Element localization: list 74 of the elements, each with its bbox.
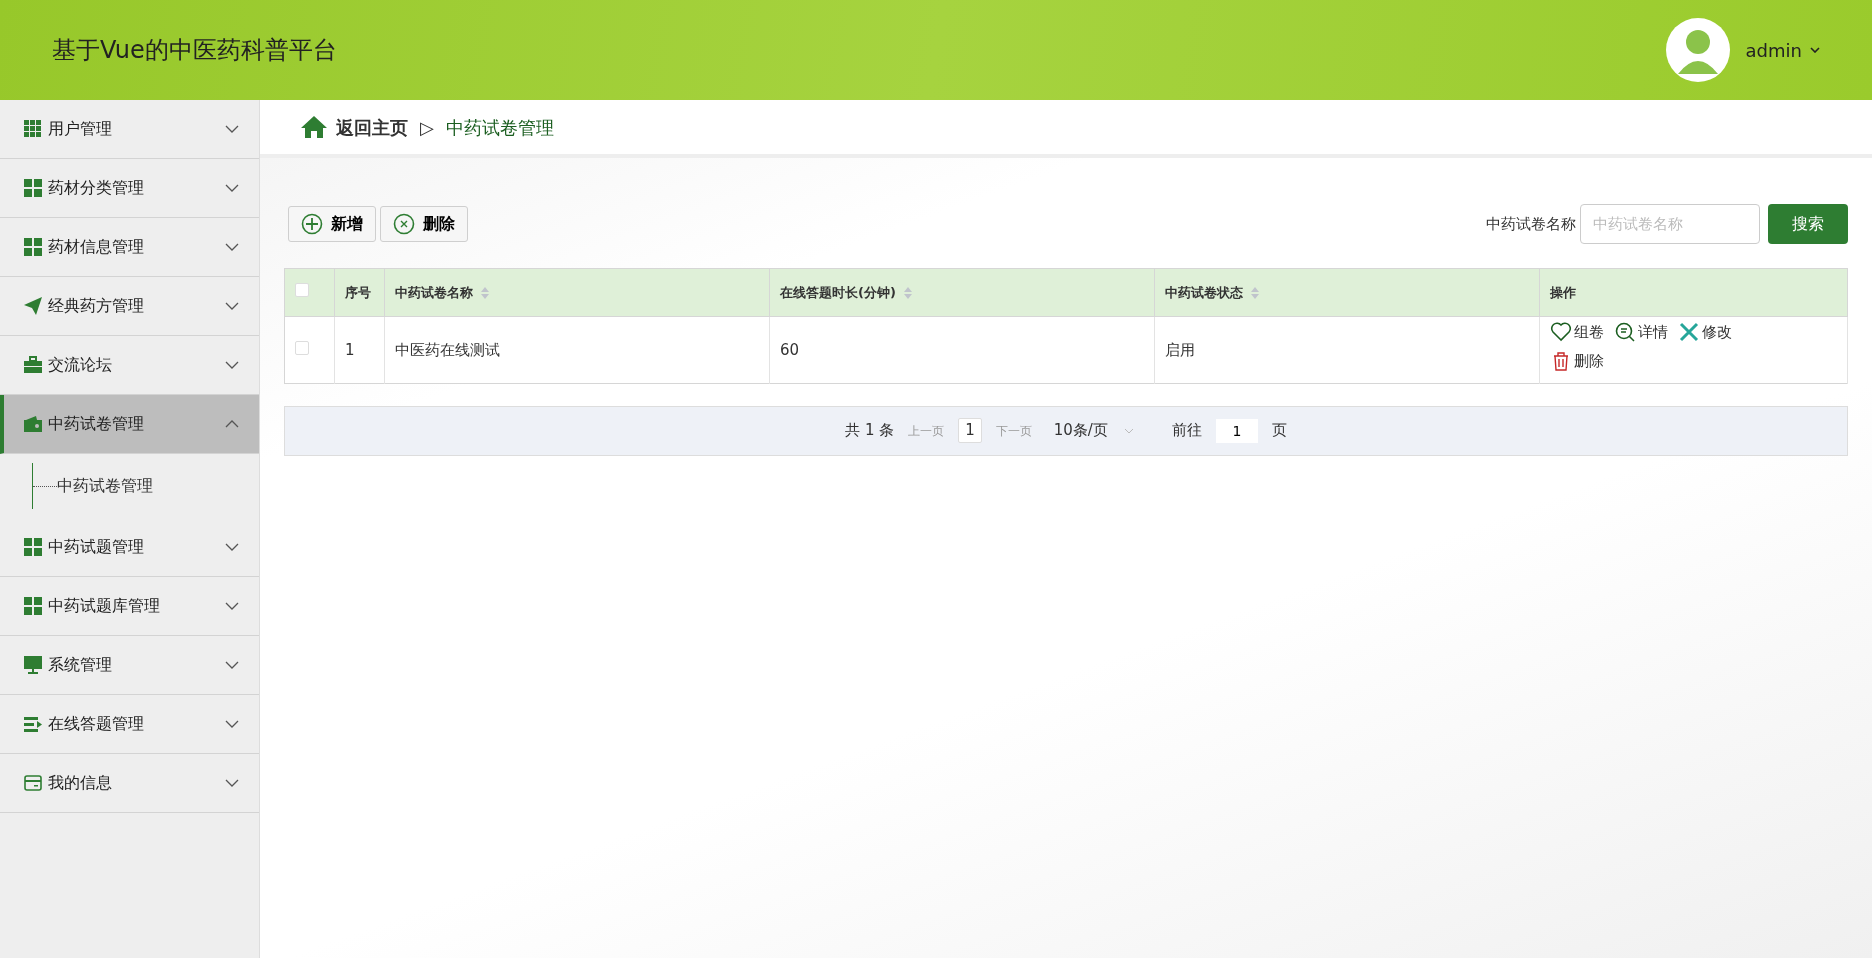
- breadcrumb-separator: ▷: [420, 115, 434, 140]
- plus-circle-icon: [301, 213, 323, 235]
- sidebar-item[interactable]: 系统管理: [0, 636, 259, 695]
- column-header[interactable]: 中药试卷状态: [1165, 282, 1259, 303]
- chevron-down-icon: [225, 543, 239, 551]
- grid-icon: [24, 538, 42, 556]
- chevron-down-icon: [225, 302, 239, 310]
- column-header[interactable]: 在线答题时长(分钟): [780, 282, 912, 303]
- compose-link[interactable]: 组卷: [1550, 321, 1604, 344]
- sort-icon: [1251, 286, 1259, 299]
- grid-icon: [24, 120, 42, 138]
- chevron-down-icon: [225, 243, 239, 251]
- table-cell: 中医药在线测试: [395, 340, 500, 359]
- sidebar-item[interactable]: 用户管理: [0, 100, 259, 159]
- site-title: 基于Vue的中医药科普平台: [52, 35, 337, 66]
- chevron-down-icon: [225, 361, 239, 369]
- chevron-down-icon: [225, 602, 239, 610]
- grid-icon: [24, 597, 42, 615]
- page-number[interactable]: 1: [958, 418, 982, 443]
- sort-icon: [903, 286, 912, 299]
- table-cell: 60: [780, 340, 800, 359]
- chevron-down-icon: [225, 184, 239, 192]
- edit-link[interactable]: 修改: [1678, 321, 1732, 344]
- sidebar-item[interactable]: 中药试卷管理: [0, 395, 259, 454]
- column-header: 序号: [345, 283, 371, 302]
- goto-page-field[interactable]: 1: [1215, 418, 1258, 443]
- search-label: 中药试卷名称: [1486, 213, 1576, 235]
- chevron-down-icon: [225, 779, 239, 787]
- delete-button[interactable]: 删除: [380, 206, 468, 242]
- page-unit-label: 页: [1271, 420, 1287, 442]
- search-field[interactable]: 中药试卷名称: [1580, 204, 1760, 244]
- sort-icon: [481, 286, 489, 299]
- delete-link[interactable]: 删除: [1550, 349, 1604, 373]
- list-icon: [24, 715, 42, 733]
- home-link[interactable]: 返回主页: [336, 113, 408, 141]
- grid-icon: [24, 179, 42, 197]
- table-cell: 1: [345, 340, 355, 359]
- user-menu[interactable]: admin: [1745, 36, 1820, 64]
- table-cell: 启用: [1165, 340, 1195, 359]
- caret-icon: [1810, 47, 1820, 53]
- sidebar-item[interactable]: 药材信息管理: [0, 218, 259, 277]
- column-header: 操作: [1550, 283, 1576, 302]
- sidebar-subitem[interactable]: 中药试卷管理: [57, 474, 153, 498]
- add-button[interactable]: 新增: [288, 206, 376, 242]
- total-count: 共 1 条: [845, 420, 895, 442]
- sidebar-item[interactable]: 中药试题管理: [0, 518, 259, 577]
- chevron-down-icon: [225, 720, 239, 728]
- detail-link[interactable]: 详情: [1614, 321, 1668, 344]
- goto-label: 前往: [1171, 420, 1202, 442]
- select-all-checkbox[interactable]: [295, 282, 309, 297]
- paper-plane-icon: [24, 297, 42, 315]
- briefcase-icon: [24, 356, 42, 374]
- column-header[interactable]: 中药试卷名称: [395, 282, 489, 303]
- wallet-icon: [24, 415, 42, 433]
- chevron-down-icon: [225, 125, 239, 133]
- grid-icon: [24, 238, 42, 256]
- sidebar-item[interactable]: 中药试题库管理: [0, 577, 259, 636]
- sidebar-item[interactable]: 我的信息: [0, 754, 259, 813]
- monitor-icon: [24, 656, 42, 674]
- chevron-down-icon: [225, 661, 239, 669]
- row-checkbox[interactable]: [295, 340, 309, 355]
- sidebar-item[interactable]: 药材分类管理: [0, 159, 259, 218]
- search-button[interactable]: 搜索: [1768, 204, 1848, 244]
- search-icon: [1614, 321, 1636, 344]
- breadcrumb-current: 中药试卷管理: [445, 115, 554, 140]
- close-circle-icon: [393, 213, 415, 235]
- caret-icon: [1123, 427, 1134, 434]
- sidebar-item[interactable]: 在线答题管理: [0, 695, 259, 754]
- page-size-select[interactable]: 10条/页: [1053, 419, 1134, 442]
- home-icon[interactable]: [300, 115, 328, 139]
- card-icon: [24, 774, 42, 792]
- sidebar-item[interactable]: 经典药方管理: [0, 277, 259, 336]
- chevron-up-icon: [225, 420, 239, 428]
- heart-icon: [1550, 321, 1572, 344]
